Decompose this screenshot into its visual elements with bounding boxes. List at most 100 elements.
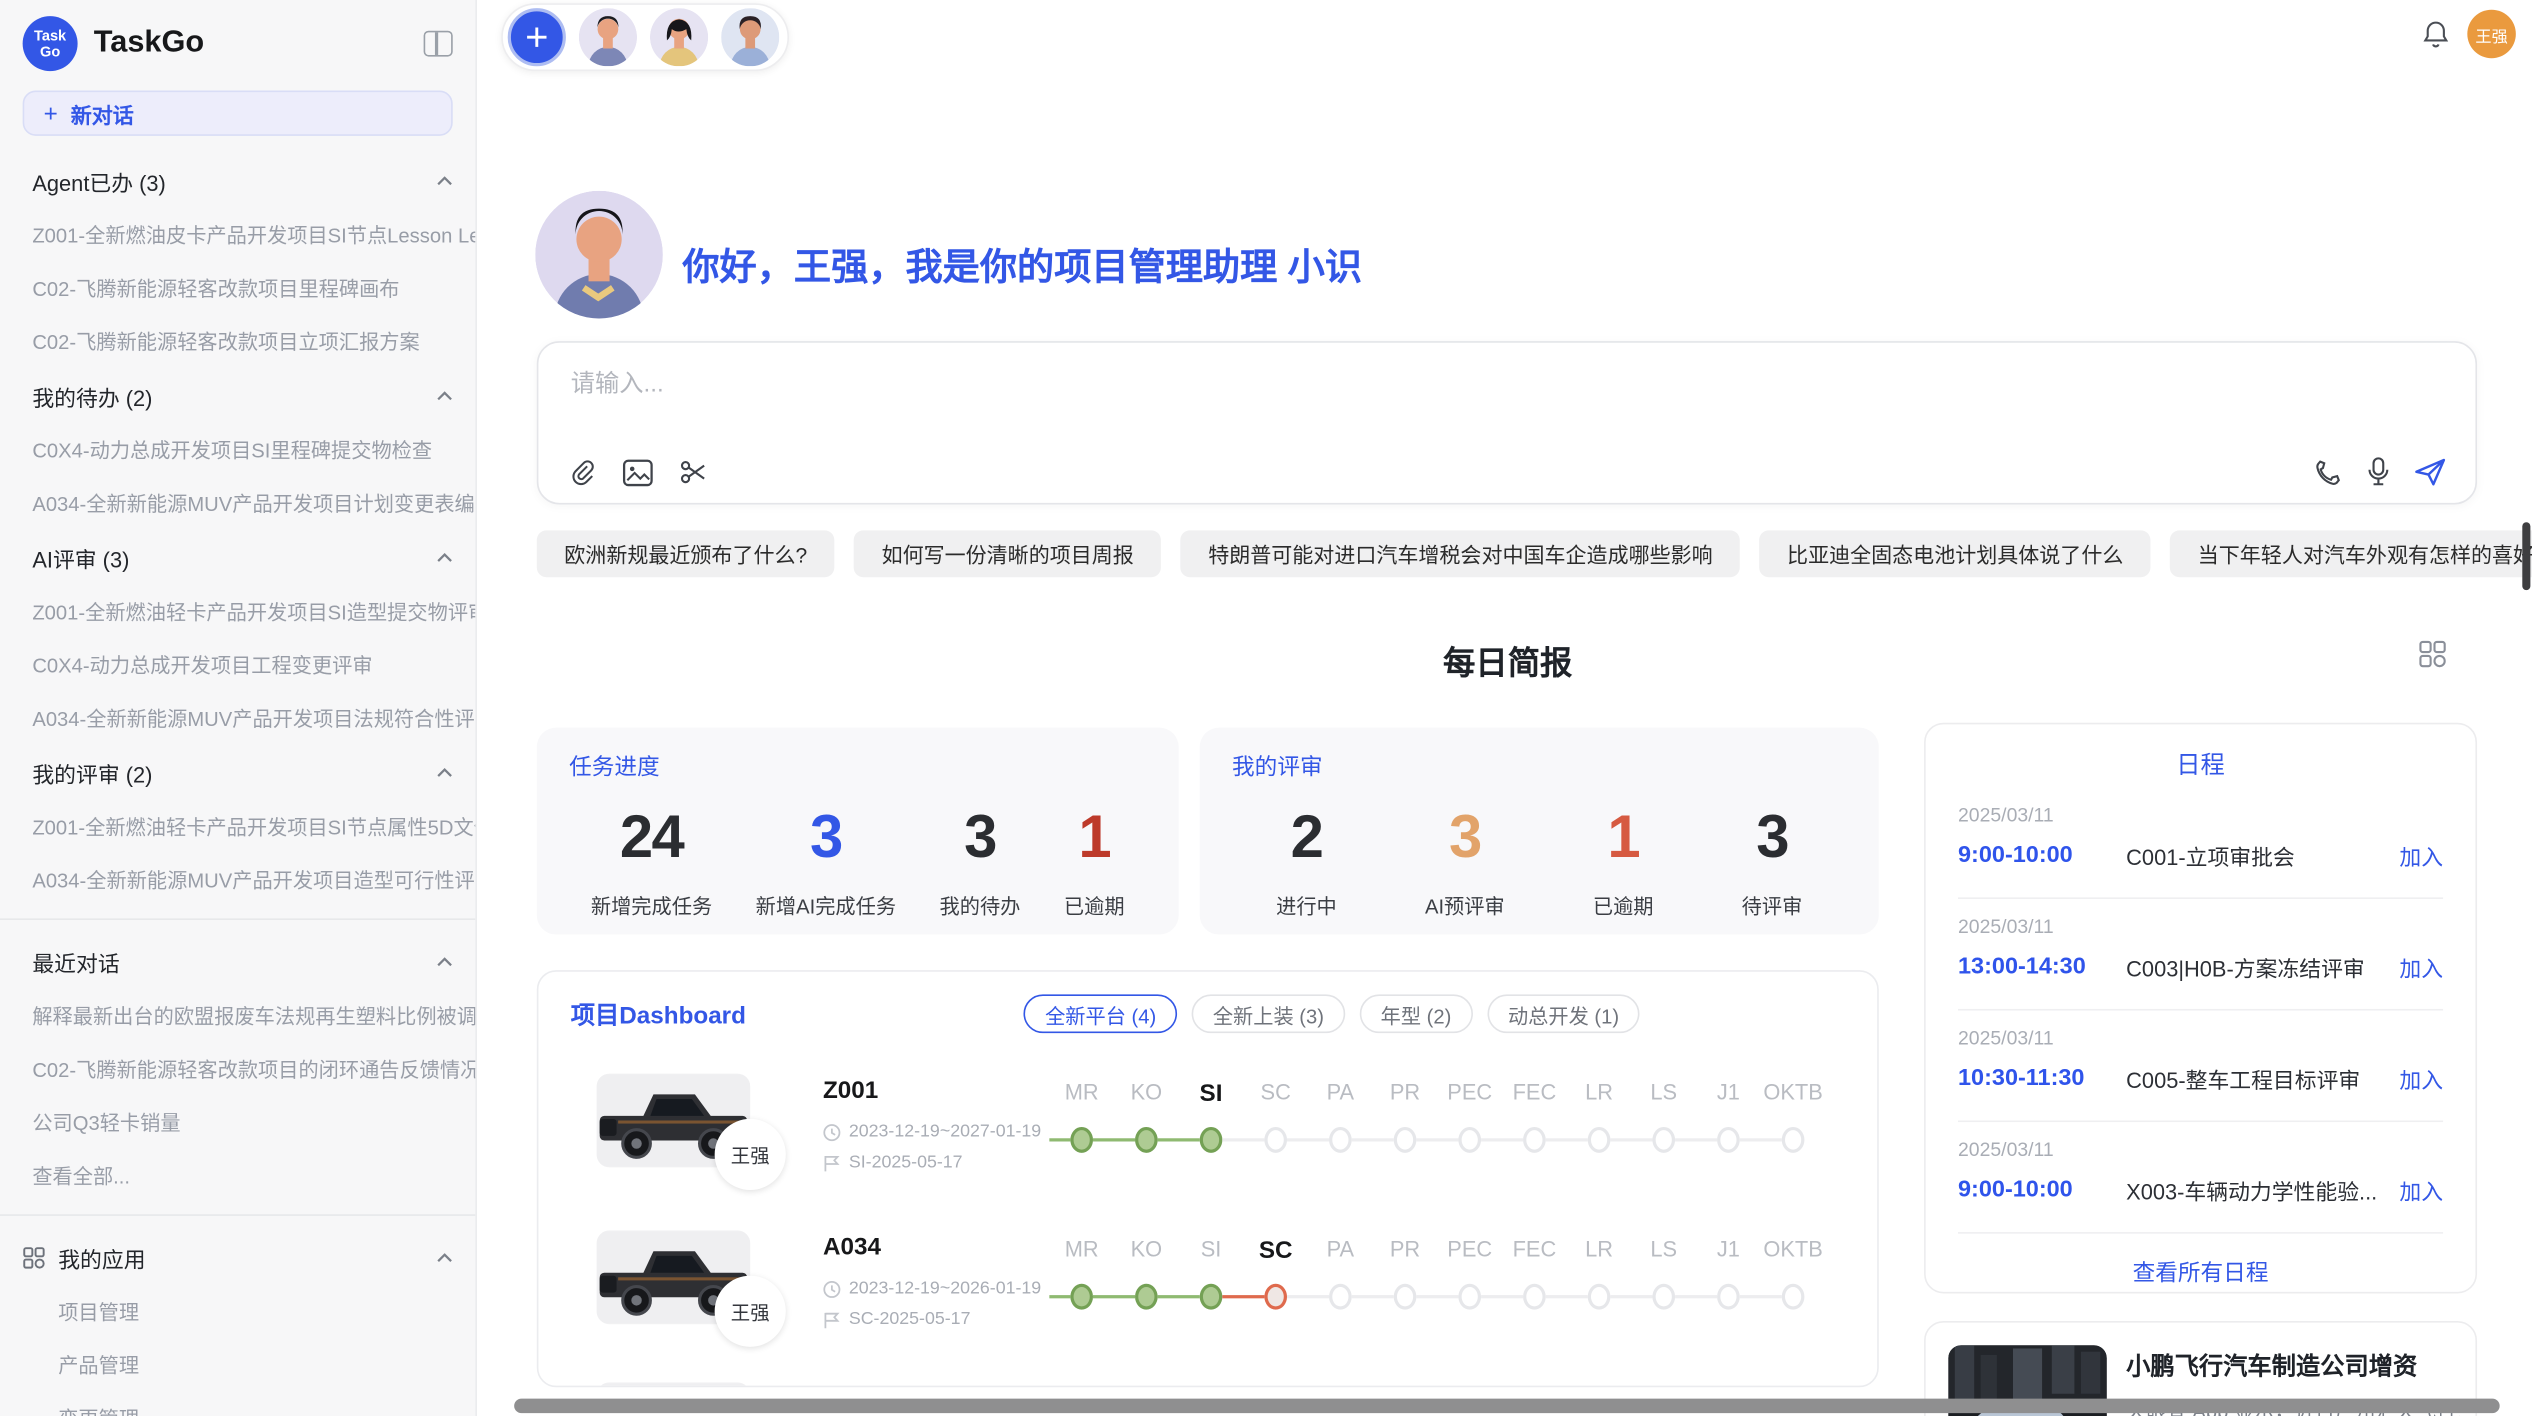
join-link[interactable]: 加入 <box>2399 951 2443 983</box>
join-link[interactable]: 加入 <box>2399 1174 2443 1206</box>
milestone-dot-ls <box>1652 1127 1675 1153</box>
sidebar-item[interactable]: 查看全部... <box>0 1148 475 1201</box>
chat-input[interactable] <box>568 362 2347 446</box>
sidebar-item[interactable]: 解释最新出台的欧盟报废车法规再生塑料比例被调至15%... <box>0 988 475 1041</box>
filter-chip[interactable]: 动总开发 (1) <box>1487 994 1640 1033</box>
add-agent-button[interactable] <box>508 8 566 66</box>
sidebar-item[interactable]: A034-全新新能源MUV产品开发项目造型可行性评审 <box>0 852 475 905</box>
sidebar-item[interactable]: Z001-全新燃油轻卡产品开发项目SI节点属性5D文件评审 <box>0 799 475 852</box>
vertical-scrollbar[interactable] <box>2522 522 2530 590</box>
chevron-up-icon[interactable] <box>437 391 453 401</box>
join-link[interactable]: 加入 <box>2399 1062 2443 1094</box>
join-link[interactable]: 加入 <box>2399 839 2443 871</box>
milestone-segment <box>1049 1295 1070 1299</box>
layout-grid-icon[interactable] <box>2419 640 2446 676</box>
milestone-segment <box>1740 1138 1782 1142</box>
milestone-segment <box>1481 1138 1523 1142</box>
chevron-up-icon[interactable] <box>437 553 453 563</box>
agent-avatar[interactable] <box>721 8 779 66</box>
section-header[interactable]: 我的待办 (2) <box>0 367 475 422</box>
sidebar-app-item[interactable]: 产品管理 <box>0 1337 475 1390</box>
section-header[interactable]: AI评审 (3) <box>0 529 475 584</box>
milestone-dot-lr <box>1588 1284 1611 1310</box>
section-header[interactable]: 最近对话 <box>0 933 475 988</box>
agent-avatar[interactable] <box>579 8 637 66</box>
event-name: X003-车辆动力学性能验... <box>2126 1174 2399 1206</box>
stat-label: 新增AI完成任务 <box>756 889 896 920</box>
filter-chip[interactable]: 全新上装 (3) <box>1192 994 1345 1033</box>
suggestion-chip[interactable]: 当下年轻人对汽车外观有怎样的喜好趋势 <box>2170 530 2532 577</box>
milestone-dot-pec <box>1458 1127 1481 1153</box>
filter-chip[interactable]: 年型 (2) <box>1360 994 1473 1033</box>
project-row[interactable]: 王强 Z001 2023-12-19~2027-01-19 SI-2025-05… <box>538 1061 1878 1218</box>
view-all-schedule-link[interactable]: 查看所有日程 <box>1958 1256 2443 1288</box>
sidebar-item[interactable]: C0X4-动力总成开发项目SI里程碑提交物检查 <box>0 422 475 475</box>
section-header[interactable]: Agent已办 (3) <box>0 152 475 207</box>
sidebar-item[interactable]: C02-飞腾新能源轻客改款项目的闭环通告反馈情况 <box>0 1041 475 1094</box>
stat: 3 待评审 <box>1742 802 1803 920</box>
phone-call-icon[interactable] <box>2314 457 2343 486</box>
milestone-segment <box>1049 1138 1070 1142</box>
section-label: 我的待办 (2) <box>32 380 436 412</box>
project-row[interactable]: 王强 A034 2023-12-19~2026-01-19 SC-2025-05… <box>538 1217 1878 1374</box>
sidebar-item[interactable]: Z001-全新燃油皮卡产品开发项目SI节点Lesson Learn报告 <box>0 207 475 260</box>
sidebar-app-item[interactable]: 项目管理 <box>0 1284 475 1337</box>
sidebar-item[interactable]: C0X4-动力总成开发项目工程变更评审 <box>0 637 475 690</box>
sidebar-collapse-icon[interactable] <box>424 31 453 57</box>
chevron-up-icon[interactable] <box>437 957 453 967</box>
section-header[interactable]: 我的应用 <box>0 1229 475 1284</box>
chevron-up-icon[interactable] <box>437 1253 453 1263</box>
sidebar-item[interactable]: C02-飞腾新能源轻客改款项目里程碑画布 <box>0 260 475 313</box>
milestone-segment <box>1222 1295 1264 1299</box>
project-flag: SI-2025-05-17 <box>823 1153 963 1172</box>
sidebar-section-recent: 最近对话 解释最新出台的欧盟报废车法规再生塑料比例被调至15%...C02-飞腾… <box>0 933 475 1201</box>
section-header[interactable]: 我的评审 (2) <box>0 744 475 799</box>
sidebar-item[interactable]: Z001-全新燃油轻卡产品开发项目SI造型提交物评审 <box>0 584 475 637</box>
user-avatar[interactable]: 王强 <box>2467 10 2516 59</box>
milestone-segment <box>1610 1295 1652 1299</box>
task-progress-card: 任务进度 24 新增完成任务 3 新增AI完成任务 3 我的待办 1 已逾期 <box>537 728 1179 935</box>
event-time: 9:00-10:00 <box>1958 842 2126 868</box>
attachment-icon[interactable] <box>568 458 597 487</box>
event-date: 2025/03/11 <box>1958 1027 2443 1050</box>
stat-label: AI预评审 <box>1425 889 1505 920</box>
scissors-icon[interactable] <box>679 458 708 487</box>
agent-avatar[interactable] <box>650 8 708 66</box>
sidebar-item[interactable]: C02-飞腾新能源轻客改款项目立项汇报方案 <box>0 314 475 367</box>
schedule-events: 2025/03/11 9:00-10:00 C001-立项审批会 加入 2025… <box>1958 787 2443 1233</box>
milestone-segment <box>1352 1295 1394 1299</box>
suggestion-chip[interactable]: 比亚迪全固态电池计划具体说了什么 <box>1760 530 2151 577</box>
assistant-avatar <box>535 191 663 319</box>
milestone-label-mr: MR <box>1049 1080 1114 1107</box>
sidebar-app-item[interactable]: 变更管理 <box>0 1390 475 1416</box>
chevron-up-icon[interactable] <box>437 176 453 186</box>
section-label: AI评审 (3) <box>32 542 436 574</box>
sidebar-item[interactable]: 公司Q3轻卡销量 <box>0 1095 475 1148</box>
notification-bell-icon[interactable] <box>2422 19 2449 56</box>
sidebar-item[interactable]: A034-全新新能源MUV产品开发项目计划变更表编写 <box>0 475 475 528</box>
milestone-dot-pa <box>1329 1127 1352 1153</box>
send-icon[interactable] <box>2414 457 2446 486</box>
suggestion-chip[interactable]: 特朗普可能对进口汽车增税会对中国车企造成哪些影响 <box>1181 530 1740 577</box>
chevron-up-icon[interactable] <box>437 768 453 778</box>
project-dashboard-card: 项目Dashboard 全新平台 (4)全新上装 (3)年型 (2)动总开发 (… <box>537 970 1879 1387</box>
milestone-dot-j1 <box>1717 1127 1740 1153</box>
event-date: 2025/03/11 <box>1958 915 2443 938</box>
filter-chip[interactable]: 全新平台 (4) <box>1024 994 1177 1033</box>
milestone-dot-pec <box>1458 1284 1481 1310</box>
image-icon[interactable] <box>622 458 653 485</box>
milestone-label-lr: LR <box>1567 1237 1632 1264</box>
milestone-dot-pa <box>1329 1284 1352 1310</box>
horizontal-scrollbar[interactable] <box>514 1399 2500 1414</box>
sidebar-item[interactable]: A034-全新新能源MUV产品开发项目法规符合性评审 <box>0 690 475 743</box>
milestone-segment <box>1675 1295 1717 1299</box>
milestone-segment <box>1416 1138 1458 1142</box>
microphone-icon[interactable] <box>2365 456 2391 487</box>
suggestion-chip[interactable]: 如何写一份清晰的项目周报 <box>854 530 1161 577</box>
stat-label: 已逾期 <box>1064 889 1125 920</box>
sidebar-section-my-apps: 我的应用 项目管理产品管理变更管理查看全部... <box>0 1229 475 1416</box>
new-chat-button[interactable]: 新对话 <box>23 91 453 136</box>
suggestion-chip[interactable]: 欧洲新规最近颁布了什么? <box>537 530 835 577</box>
project-row-partial[interactable] <box>538 1369 1878 1387</box>
milestone-label-oktb: OKTB <box>1761 1080 1826 1107</box>
